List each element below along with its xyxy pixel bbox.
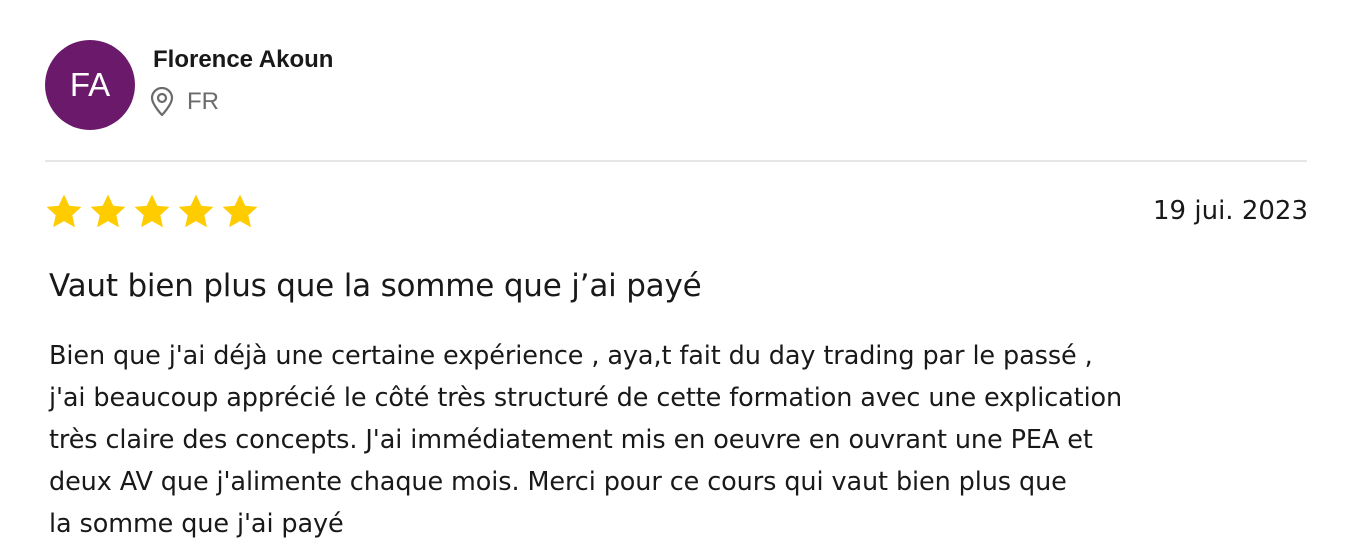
avatar[interactable]: FA xyxy=(45,40,135,130)
review-body-line: très claire des concepts. J'ai immédiate… xyxy=(49,425,1093,455)
star-icon xyxy=(177,193,215,229)
reviewer-country: FR xyxy=(187,88,219,115)
reviewer-name[interactable]: Florence Akoun xyxy=(153,46,333,74)
star-icon xyxy=(89,193,127,229)
star-icon xyxy=(133,193,171,229)
divider xyxy=(45,160,1307,162)
review-body-line: la somme que j'ai payé xyxy=(49,509,344,539)
reviewer-location: FR xyxy=(149,87,219,117)
review-date: 19 jui. 2023 xyxy=(1153,196,1308,226)
star-icon xyxy=(221,193,259,229)
star-rating xyxy=(45,193,259,229)
avatar-initials: FA xyxy=(69,66,111,103)
review-title: Vaut bien plus que la somme que j’ai pay… xyxy=(49,268,702,304)
review-body-line: j'ai beaucoup apprécié le côté très stru… xyxy=(49,383,1123,413)
review-body-line: deux AV que j'alimente chaque mois. Merc… xyxy=(49,467,1067,497)
review-body-line: Bien que j'ai déjà une certaine expérien… xyxy=(49,341,1093,371)
review-card: FA Florence Akoun FR 19 jui. 2023 Vaut b… xyxy=(0,0,1346,550)
location-pin-icon xyxy=(149,87,175,117)
review-body: Bien que j'ai déjà une certaine expérien… xyxy=(49,335,1309,545)
star-icon xyxy=(45,193,83,229)
